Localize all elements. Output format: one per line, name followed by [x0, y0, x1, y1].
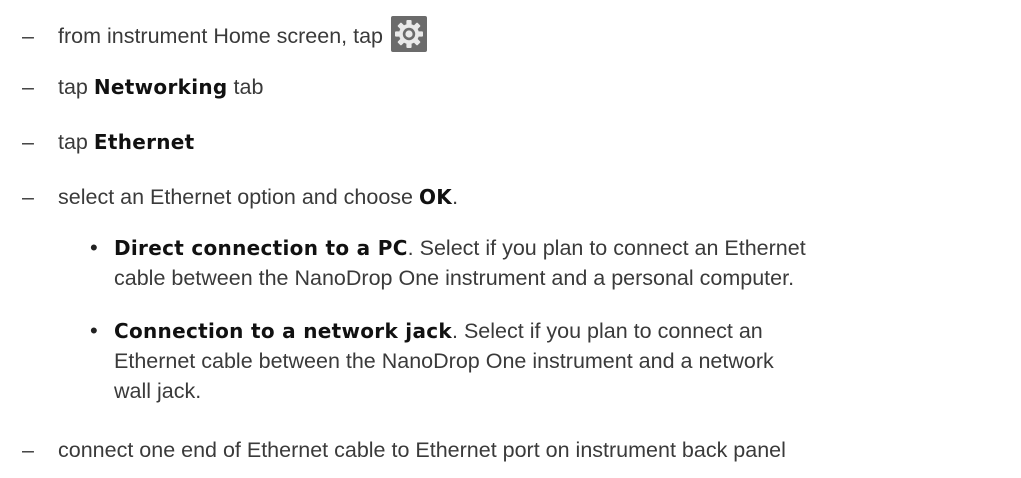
step-3-pre: tap [58, 130, 88, 154]
option-2-line-1: . Select if you plan to connect an [452, 319, 763, 343]
option-1-title: Direct connection to a PC [114, 236, 408, 260]
step-4-pre: select an Ethernet option and choose [58, 185, 414, 209]
step-5-text: connect one end of Ethernet cable to Eth… [58, 438, 786, 462]
option-1-line-1: . Select if you plan to connect an Ether… [407, 236, 806, 260]
step-1-text: from instrument Home screen, tap [58, 24, 384, 48]
step-dash: – [22, 75, 34, 99]
step-2-pre: tap [58, 75, 88, 99]
instruction-document: – from instrument Home screen, tap – tap… [0, 0, 1021, 478]
step-4-post: . [452, 185, 459, 209]
gear-settings-icon [391, 16, 427, 53]
step-dash: – [22, 24, 34, 48]
networking-tab-label: Networking [93, 75, 228, 99]
option-2-title: Connection to a network jack [114, 319, 453, 343]
bullet-marker: • [90, 318, 98, 343]
step-dash: – [22, 438, 34, 462]
bullet-marker: • [90, 235, 98, 260]
step-dash: – [22, 130, 34, 154]
option-2-line-3: wall jack. [114, 379, 202, 403]
ok-label: OK [419, 185, 453, 209]
option-1-line-2: cable between the NanoDrop One instrumen… [114, 266, 795, 290]
option-2-line-2: Ethernet cable between the NanoDrop One … [114, 349, 774, 373]
step-2-post: tab [233, 75, 264, 99]
step-dash: – [22, 185, 34, 209]
ethernet-label: Ethernet [93, 130, 195, 154]
